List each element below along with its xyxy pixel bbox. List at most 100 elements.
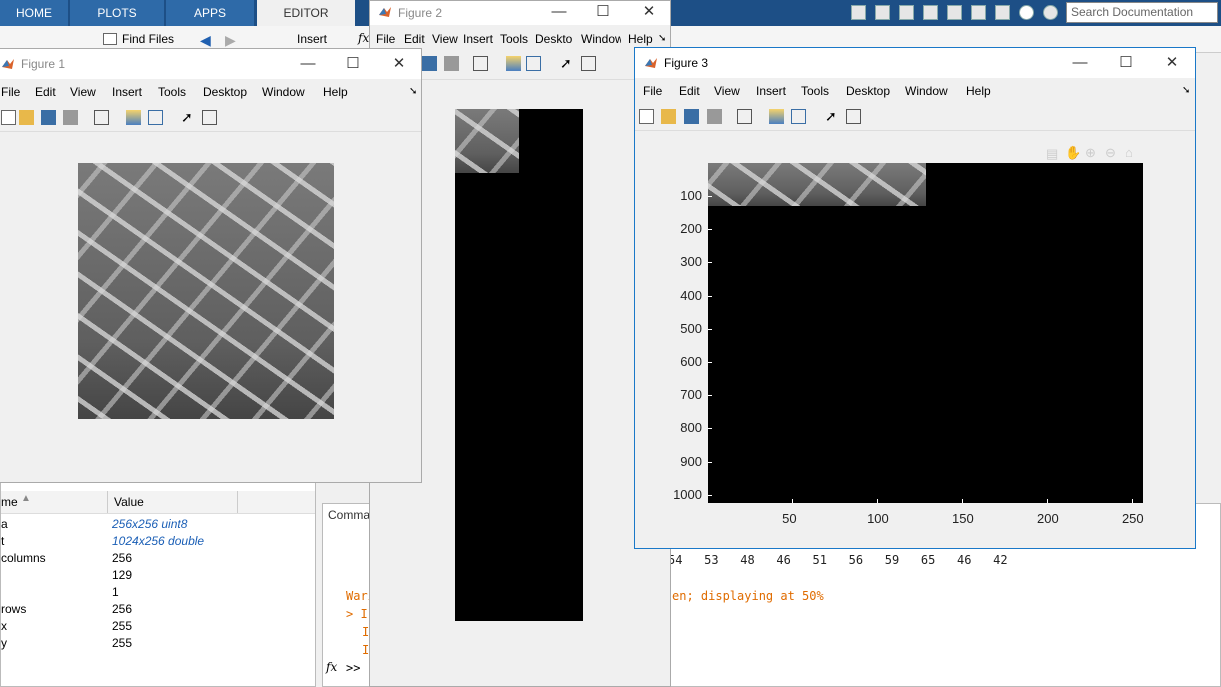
maximize-button[interactable]: ☐ (580, 1, 626, 25)
menu-help[interactable]: Help (323, 81, 348, 103)
save-icon[interactable] (422, 56, 437, 71)
menu-tools[interactable]: Tools (500, 28, 528, 50)
figure1-titlebar[interactable]: Figure 1 — ☐ ✕ (0, 49, 421, 79)
home-icon[interactable]: ⌂ (1125, 145, 1133, 160)
variable-value[interactable]: 1024x256 double (112, 534, 204, 548)
tab-home[interactable]: HOME (0, 0, 68, 26)
save-icon[interactable] (684, 109, 699, 124)
table-row[interactable]: rows 256 (1, 602, 315, 619)
figure2-image-axes[interactable] (455, 109, 583, 621)
menu-edit[interactable]: Edit (679, 80, 700, 102)
menu-file[interactable]: File (1, 81, 20, 103)
close-button[interactable]: ✕ (626, 1, 672, 25)
table-row[interactable]: columns 256 (1, 551, 315, 568)
edit-plot-arrow-icon[interactable]: ➚ (560, 56, 575, 71)
figure3-axes[interactable] (708, 163, 1143, 503)
zoom-out-icon[interactable]: ⊖ (1105, 145, 1116, 161)
legend-icon[interactable] (148, 110, 163, 125)
property-editor-icon[interactable] (202, 110, 217, 125)
tab-editor[interactable]: EDITOR (257, 0, 355, 26)
zoom-in-icon[interactable]: ⊕ (1085, 145, 1096, 161)
tab-apps[interactable]: APPS (166, 0, 254, 26)
menu-window[interactable]: Window (905, 80, 948, 102)
property-editor-icon[interactable] (581, 56, 596, 71)
column-separator[interactable] (237, 491, 238, 513)
table-row[interactable]: y 255 (1, 636, 315, 653)
paste-icon[interactable] (923, 5, 938, 20)
open-file-icon[interactable] (661, 109, 676, 124)
name-column-header[interactable]: me (1, 495, 18, 509)
menu-insert[interactable]: Insert (112, 81, 142, 103)
table-row[interactable]: 129 (1, 568, 315, 585)
rice-image[interactable] (78, 163, 334, 419)
menu-edit[interactable]: Edit (35, 81, 56, 103)
menu-help[interactable]: Help (966, 80, 991, 102)
pan-hand-icon[interactable]: ✋ (1065, 145, 1081, 161)
minimize-button[interactable]: — (1057, 48, 1103, 78)
menu-file[interactable]: File (376, 28, 395, 50)
legend-icon[interactable] (526, 56, 541, 71)
print-icon[interactable] (444, 56, 459, 71)
minimize-button[interactable]: — (285, 49, 331, 79)
close-button[interactable]: ✕ (1149, 48, 1195, 78)
menu-insert[interactable]: Insert (463, 28, 493, 50)
save-icon[interactable] (851, 5, 866, 20)
menu-edit[interactable]: Edit (404, 28, 425, 50)
close-button[interactable]: ✕ (376, 49, 422, 79)
help-icon[interactable] (1019, 5, 1034, 20)
print-icon[interactable] (63, 110, 78, 125)
maximize-button[interactable]: ☐ (1103, 48, 1149, 78)
find-files-button[interactable]: Find Files (122, 32, 174, 46)
link-plot-icon[interactable] (737, 109, 752, 124)
column-separator[interactable] (107, 491, 108, 513)
cut-icon[interactable] (875, 5, 890, 20)
search-documentation-input[interactable]: Search Documentation (1066, 2, 1218, 23)
colorbar-icon[interactable] (126, 110, 141, 125)
forward-arrow-icon[interactable]: ▶ (225, 32, 236, 49)
menu-view[interactable]: View (70, 81, 96, 103)
menu-desktop[interactable]: Desktop (846, 80, 890, 102)
property-editor-icon[interactable] (846, 109, 861, 124)
figure2-titlebar[interactable]: Figure 2 — ☐ ✕ (370, 1, 670, 25)
redo-icon[interactable] (971, 5, 986, 20)
axes-export-icon[interactable]: ▤ (1046, 146, 1058, 162)
legend-icon[interactable] (791, 109, 806, 124)
menu-tools[interactable]: Tools (158, 81, 186, 103)
save-icon[interactable] (41, 110, 56, 125)
minimize-button[interactable]: — (536, 1, 582, 25)
fx-icon[interactable]: fx (358, 31, 369, 45)
menu-window[interactable]: Window (262, 81, 305, 103)
menu-view[interactable]: View (432, 28, 458, 50)
link-plot-icon[interactable] (473, 56, 488, 71)
value-column-header[interactable]: Value (114, 495, 144, 509)
table-row[interactable]: t 1024x256 double (1, 534, 315, 551)
menu-insert[interactable]: Insert (756, 80, 786, 102)
copy-icon[interactable] (899, 5, 914, 20)
menu-file[interactable]: File (643, 80, 662, 102)
tab-plots[interactable]: PLOTS (70, 0, 164, 26)
open-file-icon[interactable] (19, 110, 34, 125)
table-row[interactable]: a 256x256 uint8 (1, 517, 315, 534)
variable-value[interactable]: 256x256 uint8 (112, 517, 187, 531)
options-icon[interactable] (1043, 5, 1058, 20)
undo-icon[interactable] (947, 5, 962, 20)
dock-arrow-icon[interactable]: ➘ (1182, 80, 1190, 102)
table-row[interactable]: x 255 (1, 619, 315, 636)
menu-tools[interactable]: Tools (801, 80, 829, 102)
colorbar-icon[interactable] (769, 109, 784, 124)
switch-windows-icon[interactable] (995, 5, 1010, 20)
edit-plot-arrow-icon[interactable]: ➚ (181, 110, 196, 125)
print-icon[interactable] (707, 109, 722, 124)
insert-button[interactable]: Insert (297, 32, 327, 46)
link-plot-icon[interactable] (94, 110, 109, 125)
menu-window[interactable]: Window (581, 28, 621, 50)
figure3-titlebar[interactable]: Figure 3 — ☐ ✕ (635, 48, 1195, 78)
back-arrow-icon[interactable]: ◀ (200, 32, 211, 49)
dock-arrow-icon[interactable]: ➘ (409, 81, 417, 103)
table-row[interactable]: 1 (1, 585, 315, 602)
menu-desktop[interactable]: Desktop (535, 28, 573, 50)
new-figure-icon[interactable] (639, 109, 654, 124)
menu-view[interactable]: View (714, 80, 740, 102)
edit-plot-arrow-icon[interactable]: ➚ (825, 109, 840, 124)
colorbar-icon[interactable] (506, 56, 521, 71)
